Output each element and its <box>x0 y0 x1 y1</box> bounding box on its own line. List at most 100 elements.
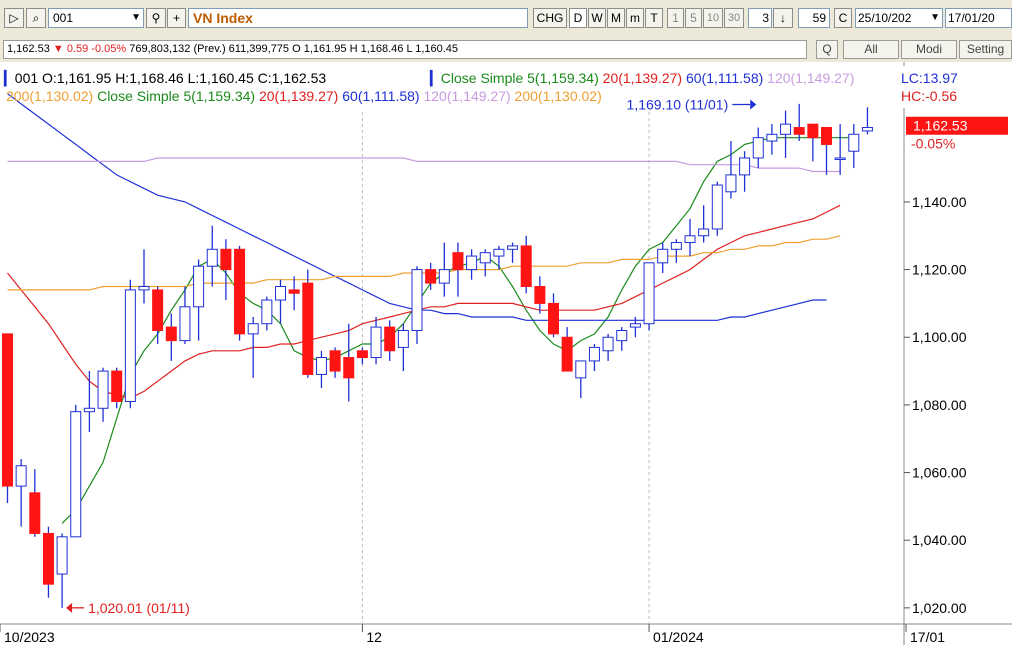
candle <box>234 245 246 341</box>
legend-ma-line1: ▎Close Simple 5(1,159.34) 20(1,139.27) 6… <box>429 69 854 87</box>
candle-body <box>466 255 478 271</box>
candle-body <box>452 252 464 271</box>
candle-body <box>725 174 737 193</box>
candle-body <box>343 357 355 379</box>
chevron-down-icon[interactable]: ▼ <box>930 9 940 27</box>
minute-10-button[interactable]: 10 <box>703 8 723 28</box>
candle-body <box>247 323 259 335</box>
period-week-button[interactable]: W <box>588 8 606 28</box>
last-price-label: 1,162.53 <box>913 118 968 134</box>
candle-body <box>739 157 751 176</box>
legend-lc: LC:13.97 <box>901 70 958 86</box>
symbol-input[interactable]: 001 ▼ <box>48 8 144 28</box>
from-date-input[interactable]: 25/10/202 ▼ <box>855 8 943 28</box>
to-date-input[interactable]: 17/01/20 <box>945 8 1012 28</box>
candle-body <box>861 127 873 132</box>
candle-body <box>275 286 286 301</box>
legend-ma5: Close Simple 5(1,159.34) <box>97 88 255 104</box>
search-icon[interactable]: ⌕ <box>26 8 46 28</box>
low-annotation: 1,020.01 (01/11) <box>88 600 190 616</box>
candle-body <box>438 269 450 284</box>
period-minute-button[interactable]: m <box>626 8 644 28</box>
legend-ma60: 60(1,111.58) <box>686 70 763 86</box>
candle-body <box>56 536 68 575</box>
all-button[interactable]: All <box>843 40 899 59</box>
candle <box>2 333 13 503</box>
candle-body <box>848 133 860 152</box>
candle-body <box>384 326 396 352</box>
high-annotation: 1,169.10 (11/01) <box>627 97 729 113</box>
candle-body <box>657 248 669 264</box>
candle-body <box>111 370 123 403</box>
candle-body <box>165 326 177 342</box>
period-day-button[interactable]: D <box>569 8 587 28</box>
candle <box>70 404 82 538</box>
candle <box>302 269 314 378</box>
chg-button[interactable]: CHG <box>533 8 567 28</box>
zoom-icon[interactable]: ⚲ <box>146 8 166 28</box>
candle-body <box>397 329 409 348</box>
candle-body <box>152 289 164 331</box>
candle-body <box>411 269 423 331</box>
legend-ma120: 120(1,149.27) <box>767 70 854 86</box>
quote-details: 769,803,132 (Prev.) 611,399,775 O 1,161.… <box>129 43 459 55</box>
candle-body <box>2 333 13 487</box>
candle-body <box>356 350 368 359</box>
y-tick-label: 1,140.00 <box>912 194 967 210</box>
candle-body <box>616 329 628 342</box>
price-change: ▼ 0.59 -0.05% <box>52 43 127 55</box>
arrow-down-icon[interactable]: ↓ <box>773 8 793 28</box>
candle-body <box>520 245 532 288</box>
legend-ma200: 200(1,130.02) <box>6 88 93 104</box>
candle-body <box>493 248 505 257</box>
y-tick-label: 1,060.00 <box>912 465 967 481</box>
candle-body <box>179 306 191 342</box>
candle-body <box>302 282 314 375</box>
candle-body <box>42 532 54 585</box>
from-date-value: 25/10/202 <box>858 11 912 25</box>
candle-body <box>220 248 232 271</box>
x-tick-label: 12 <box>366 629 382 645</box>
candle-body <box>711 184 723 230</box>
minute-1-button[interactable]: 1 <box>667 8 684 28</box>
price-chart[interactable]: 1,020.00 1,040.00 1,060.00 1,080.00 1,100.00… <box>0 62 1012 645</box>
candle-body <box>193 265 205 308</box>
candle-body <box>834 157 846 160</box>
candle-body <box>807 123 819 139</box>
count-input[interactable]: 59 <box>798 8 830 28</box>
candle-body <box>684 235 696 244</box>
candle-body <box>507 245 519 250</box>
candle-body <box>629 323 641 328</box>
candle-body <box>124 289 136 403</box>
candle-body <box>752 137 764 159</box>
chevron-down-icon[interactable]: ▼ <box>131 9 141 27</box>
expand-button[interactable]: ▷ <box>4 8 24 28</box>
setting-button[interactable]: Setting <box>959 40 1012 59</box>
y-tick-label: 1,040.00 <box>912 532 967 548</box>
candle-body <box>83 407 95 413</box>
candle-body <box>534 286 546 304</box>
candle-body <box>602 336 614 352</box>
y-tick-label: 1,120.00 <box>912 262 967 278</box>
quote-summary: 1,162.53 ▼ 0.59 -0.05% 769,803,132 (Prev… <box>3 40 807 59</box>
legend-hc: HC:-0.56 <box>901 88 957 104</box>
candle-body <box>206 248 218 267</box>
x-tick-label: 17/01 <box>910 629 945 645</box>
period-month-button[interactable]: M <box>607 8 625 28</box>
period-tick-button[interactable]: T <box>645 8 663 28</box>
minute-30-button[interactable]: 30 <box>724 8 744 28</box>
add-icon[interactable]: + <box>167 8 186 28</box>
minute-5-button[interactable]: 5 <box>685 8 702 28</box>
candle <box>124 279 136 409</box>
legend-ma20: 20(1,139.27) <box>603 70 682 86</box>
candle <box>711 181 723 236</box>
symbol-value: 001 <box>53 11 74 25</box>
step-input[interactable]: 3 <box>748 8 772 28</box>
modify-button[interactable]: Modi <box>901 40 957 59</box>
legend-ma60: 60(1,111.58) <box>342 88 419 104</box>
q-button[interactable]: Q <box>816 40 838 59</box>
toolbar: ▷ ⌕ 001 ▼ ⚲ + VN Index CHG D W M m T 1 5… <box>0 0 1012 39</box>
x-tick-label: 10/2023 <box>4 629 55 645</box>
c-button[interactable]: C <box>834 8 852 28</box>
candle-body <box>575 360 587 379</box>
